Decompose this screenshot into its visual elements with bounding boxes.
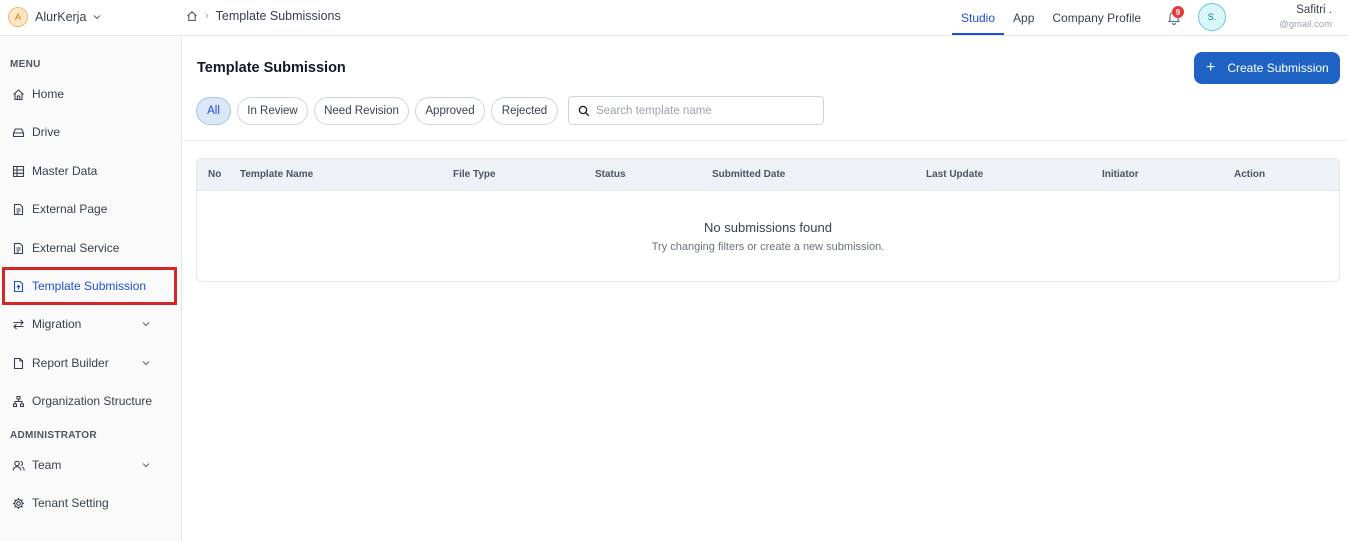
filter-in-review[interactable]: In Review <box>237 97 308 125</box>
breadcrumb-current: Template Submissions <box>215 9 341 23</box>
sidebar-item-label: Tenant Setting <box>32 496 109 510</box>
user-email: @gmail.com <box>1279 19 1332 30</box>
sidebar-item-drive[interactable]: Drive <box>3 114 176 150</box>
filter-approved[interactable]: Approved <box>415 97 485 125</box>
home-icon[interactable] <box>186 10 198 22</box>
sidebar-item-label: Migration <box>32 317 82 331</box>
file-upload-icon <box>13 280 24 292</box>
breadcrumb: › Template Submissions <box>186 9 341 23</box>
user-name: Safitri . <box>1296 4 1332 16</box>
column-header-last-update: Last Update <box>926 169 984 180</box>
sidebar-item-master-data[interactable]: Master Data <box>3 153 176 189</box>
sidebar-item-tenant-setting[interactable]: Tenant Setting <box>3 485 176 521</box>
empty-state-subtitle: Try changing filters or create a new sub… <box>651 241 885 253</box>
sidebar-item-label: Master Data <box>32 164 98 178</box>
create-submission-label: Create Submission <box>1227 61 1329 75</box>
sidebar-item-home[interactable]: Home <box>3 76 176 112</box>
sidebar-item-migration[interactable]: Migration <box>3 306 176 342</box>
column-header-action: Action <box>1234 169 1266 180</box>
workspace-name: AlurKerja <box>35 10 87 24</box>
tab-app[interactable]: App <box>1004 2 1043 35</box>
column-header-no: No <box>208 169 222 180</box>
submissions-table: No Template Name File Type Status Submit… <box>196 158 1340 282</box>
workspace-avatar: A <box>8 7 28 27</box>
org-chart-icon <box>12 395 25 407</box>
filter-all[interactable]: All <box>196 97 231 125</box>
sidebar-item-label: Organization Structure <box>32 394 153 408</box>
sidebar-item-report-builder[interactable]: Report Builder <box>3 345 176 381</box>
page-title: Template Submission <box>197 60 346 76</box>
column-header-submitted-date: Submitted Date <box>712 169 786 180</box>
arrows-icon <box>13 319 24 329</box>
filter-rejected[interactable]: Rejected <box>491 97 558 125</box>
sidebar-item-label: Drive <box>32 125 61 139</box>
tab-company-profile[interactable]: Company Profile <box>1043 2 1150 35</box>
sidebar-item-external-service[interactable]: External Service <box>3 230 176 266</box>
sidebar-item-label: External Page <box>32 202 108 216</box>
chevron-down-icon[interactable] <box>141 460 151 470</box>
sidebar-item-label: Home <box>32 87 65 101</box>
gear-icon <box>13 497 24 509</box>
empty-state-title: No submissions found <box>704 220 832 235</box>
column-header-status: Status <box>595 169 626 180</box>
notification-badge: 9 <box>1172 6 1184 18</box>
sidebar-item-label: Report Builder <box>32 356 109 370</box>
table-header: No Template Name File Type Status Submit… <box>197 159 1339 191</box>
column-header-file-type: File Type <box>453 169 496 180</box>
chevron-down-icon <box>93 15 101 20</box>
chevron-down-icon[interactable] <box>141 358 151 368</box>
table-icon <box>12 165 25 177</box>
tab-studio[interactable]: Studio <box>952 2 1005 35</box>
workspace-switcher[interactable]: A AlurKerja <box>8 7 102 27</box>
sidebar-item-organization-structure[interactable]: Organization Structure <box>3 383 176 419</box>
search-box[interactable] <box>568 96 824 125</box>
search-input[interactable] <box>596 104 816 117</box>
document-icon <box>13 203 24 215</box>
users-icon <box>12 460 25 471</box>
sidebar-item-label: Template Submission <box>32 279 147 293</box>
plus-icon: + <box>1206 59 1216 76</box>
sidebar-item-label: Team <box>32 458 62 472</box>
admin-section-label: ADMINISTRATOR <box>10 430 97 441</box>
search-icon <box>578 105 590 116</box>
user-avatar[interactable]: S. <box>1198 3 1226 31</box>
document-icon <box>13 242 24 254</box>
home-icon <box>13 88 24 100</box>
drive-icon <box>12 127 25 137</box>
column-header-template-name: Template Name <box>240 169 314 180</box>
sidebar-item-external-page[interactable]: External Page <box>3 191 176 227</box>
chevron-down-icon[interactable] <box>141 319 151 329</box>
sidebar-item-team[interactable]: Team <box>3 447 176 483</box>
top-bar: A AlurKerja › Template Submissions Studi… <box>0 0 1348 36</box>
sidebar-item-template-submission[interactable]: Template Submission <box>2 267 177 305</box>
column-header-initiator: Initiator <box>1102 169 1139 180</box>
top-nav: Studio App Company Profile <box>952 0 1150 36</box>
sidebar-item-label: External Service <box>32 241 120 255</box>
filter-need-revision[interactable]: Need Revision <box>314 97 409 125</box>
create-submission-button[interactable]: + Create Submission <box>1194 52 1340 84</box>
file-icon <box>13 357 24 369</box>
divider <box>182 140 1348 141</box>
sidebar: MENU Home Drive Master Data External Pag… <box>0 36 182 541</box>
menu-section-label: MENU <box>10 59 41 70</box>
breadcrumb-separator: › <box>205 10 209 22</box>
